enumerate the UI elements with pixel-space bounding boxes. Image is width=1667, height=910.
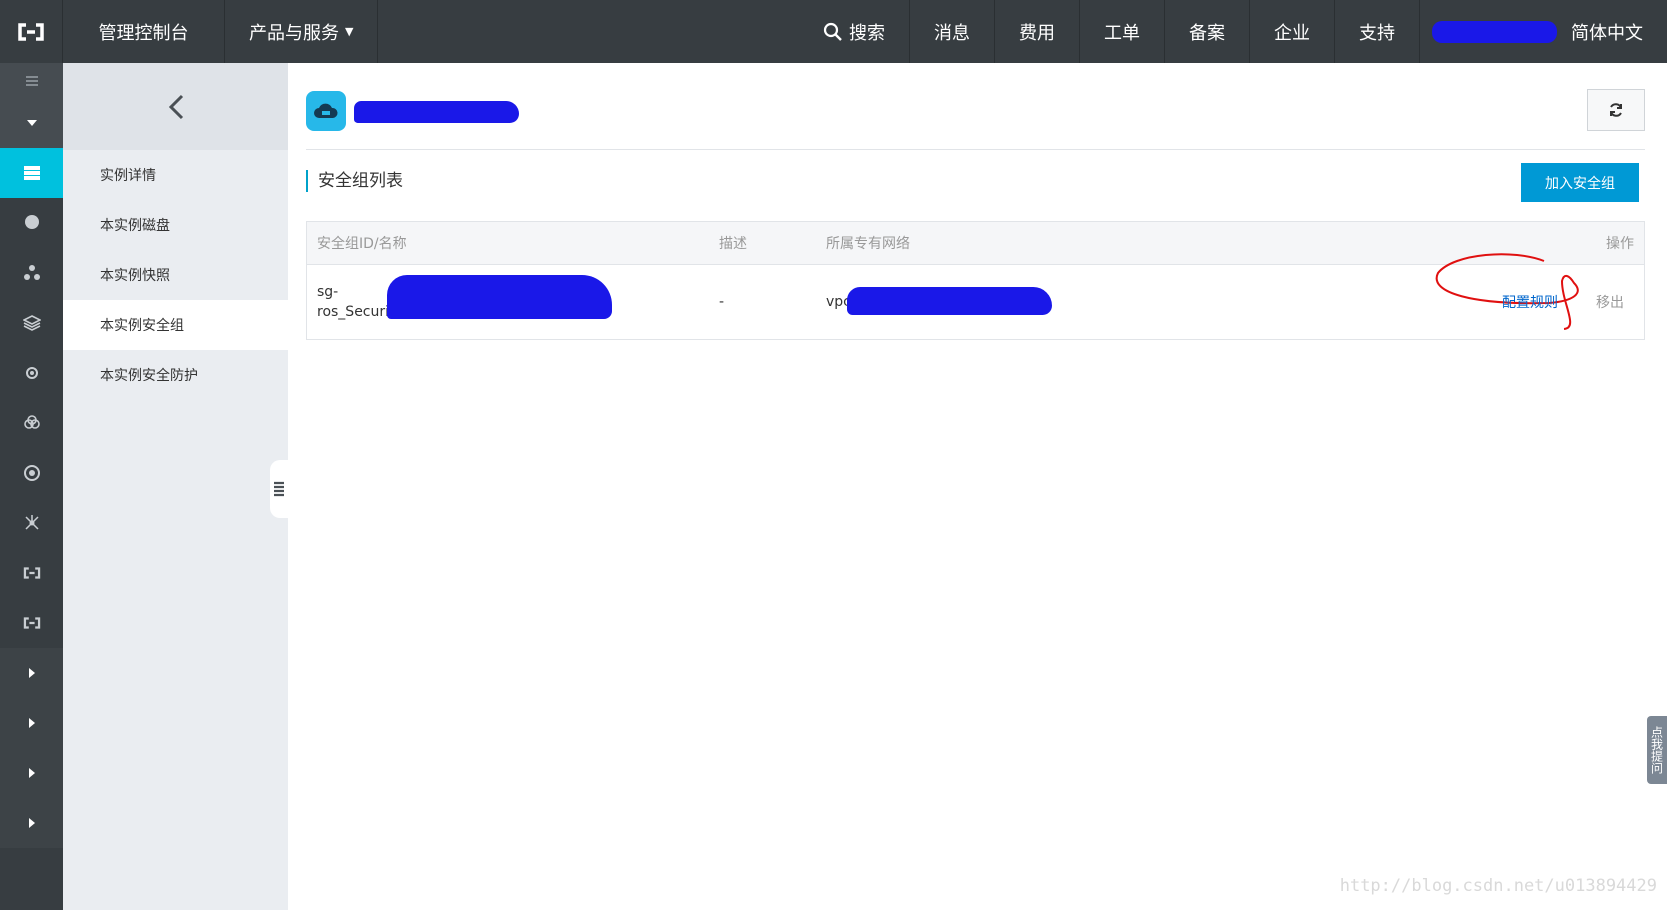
icon-rail bbox=[0, 63, 63, 910]
redaction-mark bbox=[387, 275, 612, 319]
nav-icp[interactable]: 备案 bbox=[1165, 0, 1250, 63]
back-button[interactable] bbox=[63, 63, 288, 150]
expand-caret-icon[interactable] bbox=[0, 748, 63, 798]
instance-subnav: 实例详情 本实例磁盘 本实例快照 本实例安全组 本实例安全防护 bbox=[63, 63, 288, 910]
table-row: sg- ros_Security - vpc- 配置规则 移出 bbox=[307, 253, 1644, 339]
aliyun-product-icon[interactable] bbox=[0, 548, 63, 598]
add-security-group-button[interactable]: 加入安全组 bbox=[1521, 163, 1639, 202]
header-id-name: 安全组ID/名称 bbox=[317, 236, 407, 252]
search-button[interactable]: 搜索 bbox=[799, 0, 910, 63]
search-icon bbox=[823, 22, 842, 41]
nav-enterprise[interactable]: 企业 bbox=[1250, 0, 1335, 63]
aliyun-logo-icon[interactable] bbox=[0, 0, 63, 63]
expand-caret-icon[interactable] bbox=[0, 798, 63, 848]
remove-link[interactable]: 移出 bbox=[1596, 292, 1624, 312]
watermark: http://blog.csdn.net/u013894429 bbox=[1339, 876, 1657, 896]
header-vpc: 所属专有网络 bbox=[826, 236, 910, 252]
security-group-table: 安全组ID/名称 描述 所属专有网络 操作 sg- ros_Security -… bbox=[306, 221, 1645, 340]
refresh-button[interactable] bbox=[1587, 89, 1645, 131]
top-navbar: 管理控制台 产品与服务 ▼ 搜索 消息 费用 工单 备案 企业 支持 简体中文 bbox=[0, 0, 1667, 63]
products-label: 产品与服务 bbox=[249, 22, 339, 44]
header-description: 描述 bbox=[719, 236, 747, 252]
storage-icon[interactable] bbox=[0, 298, 63, 348]
subnav-item-snapshots[interactable]: 本实例快照 bbox=[63, 250, 288, 300]
network-icon[interactable] bbox=[0, 248, 63, 298]
nav-messages[interactable]: 消息 bbox=[910, 0, 995, 63]
menu-icon[interactable] bbox=[0, 63, 63, 98]
nav-support[interactable]: 支持 bbox=[1335, 0, 1420, 63]
subnav-item-instance-details[interactable]: 实例详情 bbox=[63, 150, 288, 200]
main-content: 安全组列表 加入安全组 安全组ID/名称 描述 所属专有网络 操作 sg- ro… bbox=[288, 63, 1667, 910]
subnav-item-security-protection[interactable]: 本实例安全防护 bbox=[63, 350, 288, 400]
eye-icon[interactable] bbox=[0, 448, 63, 498]
search-label: 搜索 bbox=[849, 22, 885, 44]
instance-cloud-icon bbox=[306, 91, 346, 131]
cell-description: - bbox=[719, 294, 725, 310]
instance-header bbox=[306, 85, 1645, 150]
redacted-username[interactable] bbox=[1432, 20, 1557, 43]
configure-rules-link[interactable]: 配置规则 bbox=[1502, 292, 1558, 312]
database-icon[interactable] bbox=[0, 198, 63, 248]
collapse-caret-icon[interactable] bbox=[0, 98, 63, 148]
subnav-item-security-groups[interactable]: 本实例安全组 bbox=[63, 300, 288, 350]
sidebar-collapse-handle[interactable] bbox=[270, 460, 288, 518]
caret-down-icon: ▼ bbox=[345, 25, 354, 38]
section-title: 安全组列表 bbox=[306, 170, 403, 192]
console-link[interactable]: 管理控制台 bbox=[63, 0, 225, 63]
refresh-icon bbox=[1610, 103, 1622, 117]
ecs-icon[interactable] bbox=[0, 148, 63, 198]
expand-caret-icon[interactable] bbox=[0, 648, 63, 698]
chevron-left-icon bbox=[168, 94, 183, 119]
subnav-item-disks[interactable]: 本实例磁盘 bbox=[63, 200, 288, 250]
nav-billing[interactable]: 费用 bbox=[995, 0, 1080, 63]
list-collapse-icon bbox=[274, 481, 284, 497]
products-menu[interactable]: 产品与服务 ▼ bbox=[225, 0, 379, 63]
nav-tickets[interactable]: 工单 bbox=[1080, 0, 1165, 63]
aliyun-product-icon-2[interactable] bbox=[0, 598, 63, 648]
header-actions: 操作 bbox=[1606, 236, 1634, 252]
redaction-mark bbox=[847, 287, 1052, 315]
expand-caret-icon[interactable] bbox=[0, 698, 63, 748]
cloud-icon[interactable] bbox=[0, 398, 63, 448]
gear-icon[interactable] bbox=[0, 348, 63, 398]
feedback-tab[interactable]: 点我提问 bbox=[1647, 716, 1667, 784]
nodes-icon[interactable] bbox=[0, 498, 63, 548]
language-switch[interactable]: 简体中文 bbox=[1571, 0, 1667, 63]
redacted-instance-name bbox=[354, 101, 519, 123]
